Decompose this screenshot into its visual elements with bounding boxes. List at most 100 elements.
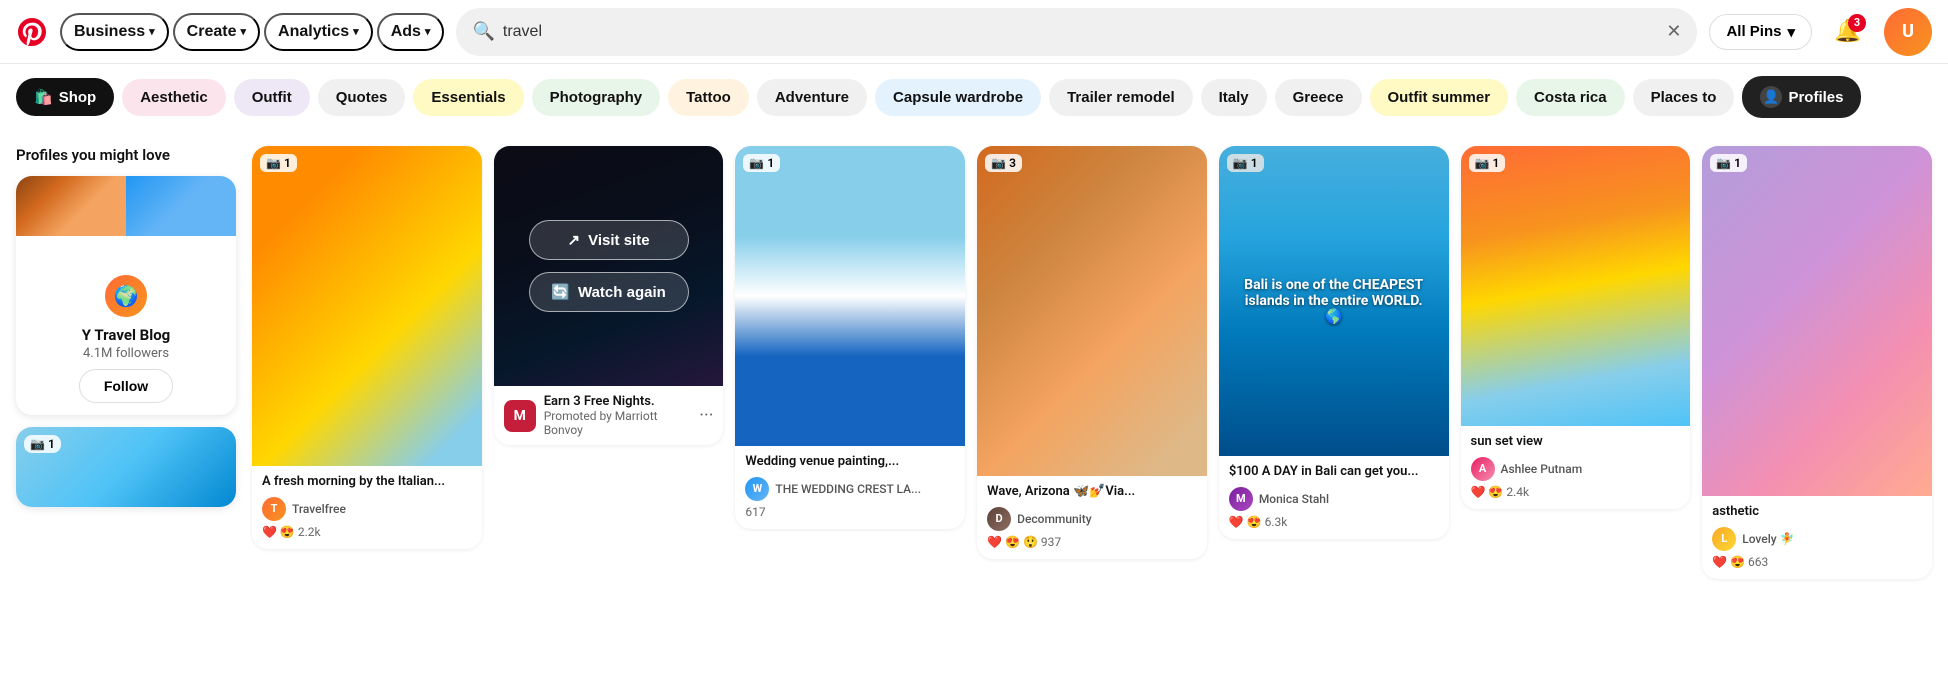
- filter-chips-row: 🛍️ShopAestheticOutfitQuotesEssentialsPho…: [0, 64, 1948, 130]
- chevron-icon: ▾: [425, 25, 431, 38]
- camera-icon: 📷: [991, 156, 1006, 170]
- chip-places-to[interactable]: Places to: [1633, 79, 1735, 116]
- pin-author: A Ashlee Putnam: [1471, 457, 1681, 481]
- promoted-title: Earn 3 Free Nights.: [544, 394, 692, 409]
- chip-trailer-remodel[interactable]: Trailer remodel: [1049, 79, 1193, 116]
- pin-info: Wedding venue painting,... W THE WEDDING…: [735, 446, 965, 529]
- promoted-text: Earn 3 Free Nights. Promoted by Marriott…: [544, 394, 692, 437]
- notifications-button[interactable]: 🔔 3: [1824, 8, 1872, 56]
- profile-card: 🌍 Y Travel Blog 4.1M followers Follow: [16, 176, 236, 415]
- nav-label: Create: [187, 23, 237, 41]
- nav-item-create[interactable]: Create▾: [173, 13, 260, 51]
- pin-title: Wave, Arizona 🦋💅Via...: [987, 484, 1197, 501]
- camera-icon: 📷: [1475, 156, 1490, 170]
- chip-profiles[interactable]: 👤Profiles: [1742, 76, 1861, 118]
- author-avatar: M: [1229, 487, 1253, 511]
- watch-again-button[interactable]: 🔄 Watch again: [529, 272, 689, 312]
- author-name: Ashlee Putnam: [1501, 462, 1583, 476]
- chip-aesthetic[interactable]: Aesthetic: [122, 79, 226, 116]
- pin-author: M Monica Stahl: [1229, 487, 1439, 511]
- pin-card-wave[interactable]: 📷3 Wave, Arizona 🦋💅Via... D Decommunity …: [977, 146, 1207, 559]
- notification-badge: 3: [1848, 14, 1866, 32]
- user-avatar[interactable]: U: [1884, 8, 1932, 56]
- search-clear-icon[interactable]: ✕: [1666, 21, 1681, 42]
- pin-image: 📷1: [252, 146, 482, 466]
- profile-info: 🌍 Y Travel Blog 4.1M followers Follow: [16, 272, 236, 415]
- visit-site-button[interactable]: ↗ Visit site: [529, 220, 689, 260]
- chip-photography[interactable]: Photography: [532, 79, 661, 116]
- chip-tattoo[interactable]: Tattoo: [668, 79, 749, 116]
- more-options-icon[interactable]: ···: [699, 405, 713, 426]
- author-avatar: T: [262, 497, 286, 521]
- header: Business▾Create▾Analytics▾Ads▾ 🔍 ✕ All P…: [0, 0, 1948, 64]
- pin-card-hotel[interactable]: ↗ Visit site 🔄 Watch again M Ea: [494, 146, 724, 445]
- pin-info: $100 A DAY in Bali can get you... M Moni…: [1219, 456, 1449, 539]
- pin-info: Wave, Arizona 🦋💅Via... D Decommunity ❤️ …: [977, 476, 1207, 559]
- author-name: Monica Stahl: [1259, 492, 1329, 506]
- pin-card-greece[interactable]: 📷1 Wedding venue painting,... W THE WEDD…: [735, 146, 965, 529]
- follow-button[interactable]: Follow: [79, 369, 173, 403]
- chip-shop[interactable]: 🛍️Shop: [16, 78, 114, 116]
- camera-icon: 📷: [30, 437, 45, 451]
- all-pins-button[interactable]: All Pins ▾: [1709, 14, 1812, 50]
- nav-label: Analytics: [278, 23, 349, 41]
- camera-icon: 📷: [1716, 156, 1731, 170]
- card2-badge: 📷 1: [24, 435, 61, 453]
- pin-badge: 📷1: [1469, 154, 1506, 172]
- pin-grid: 📷1 A fresh morning by the Italian... T T…: [252, 146, 1932, 579]
- camera-icon: 📷: [266, 156, 281, 170]
- pin-image: 📷1 Bali is one of the CHEAPEST islands i…: [1219, 146, 1449, 456]
- pin-title: A fresh morning by the Italian...: [262, 474, 472, 491]
- all-pins-label: All Pins: [1726, 23, 1781, 40]
- pin-stats: ❤️ 😍 😲 937: [987, 535, 1197, 549]
- pin-stats: 617: [745, 505, 955, 519]
- chip-outfit-summer[interactable]: Outfit summer: [1370, 79, 1509, 116]
- promoted-logo: M: [504, 400, 536, 432]
- pin-image: 📷3: [977, 146, 1207, 476]
- profile-cover-left: [16, 176, 126, 236]
- nav-item-analytics[interactable]: Analytics▾: [264, 13, 373, 51]
- author-avatar: L: [1712, 527, 1736, 551]
- promoted-info: M Earn 3 Free Nights. Promoted by Marrio…: [494, 386, 724, 445]
- author-name: Lovely 🧚: [1742, 532, 1794, 546]
- pin-badge: 📷1: [260, 154, 297, 172]
- pin-info: asthetic L Lovely 🧚 ❤️ 😍 663: [1702, 496, 1932, 579]
- chevron-icon: ▾: [240, 25, 246, 38]
- person-icon: 👤: [1760, 86, 1782, 108]
- nav-item-ads[interactable]: Ads▾: [377, 13, 445, 51]
- search-bar[interactable]: 🔍 ✕: [456, 8, 1697, 56]
- chip-capsule-wardrobe[interactable]: Capsule wardrobe: [875, 79, 1041, 116]
- author-name: Decommunity: [1017, 512, 1092, 526]
- chip-costa-rica[interactable]: Costa rica: [1516, 79, 1625, 116]
- sidebar-second-card[interactable]: 📷 1: [16, 427, 236, 507]
- pin-stats: ❤️ 😍 6.3k: [1229, 515, 1439, 529]
- chip-essentials[interactable]: Essentials: [413, 79, 523, 116]
- profile-cover-right: [126, 176, 236, 236]
- search-input[interactable]: [503, 23, 1658, 41]
- pin-title: Wedding venue painting,...: [745, 454, 955, 471]
- chip-italy[interactable]: Italy: [1201, 79, 1267, 116]
- chip-adventure[interactable]: Adventure: [757, 79, 867, 116]
- pin-image: 📷1: [1461, 146, 1691, 426]
- pin-card-aesthetic[interactable]: 📷1 asthetic L Lovely 🧚 ❤️ 😍 663: [1702, 146, 1932, 579]
- pin-stats: ❤️ 😍 663: [1712, 555, 1922, 569]
- pin-card-italian[interactable]: 📷1 A fresh morning by the Italian... T T…: [252, 146, 482, 549]
- camera-icon: 📷: [749, 156, 764, 170]
- pin-info: sun set view A Ashlee Putnam ❤️ 😍 2.4k: [1461, 426, 1691, 509]
- author-avatar: D: [987, 507, 1011, 531]
- pinterest-logo[interactable]: [16, 16, 48, 48]
- chip-outfit[interactable]: Outfit: [234, 79, 310, 116]
- nav-item-business[interactable]: Business▾: [60, 13, 169, 51]
- main-content: Profiles you might love 🌍 Y Travel Blog …: [0, 130, 1948, 595]
- pin-title: $100 A DAY in Bali can get you...: [1229, 464, 1439, 481]
- chip-greece[interactable]: Greece: [1275, 79, 1362, 116]
- pin-card-bali[interactable]: 📷1 Bali is one of the CHEAPEST islands i…: [1219, 146, 1449, 539]
- profile-name: Y Travel Blog: [82, 326, 170, 344]
- pin-badge: 📷1: [1710, 154, 1747, 172]
- chip-quotes[interactable]: Quotes: [318, 79, 406, 116]
- search-icon: 🔍: [472, 21, 494, 42]
- pin-stats: ❤️ 😍 2.2k: [262, 525, 472, 539]
- pin-badge: 📷3: [985, 154, 1022, 172]
- pin-card-sunset[interactable]: 📷1 sun set view A Ashlee Putnam ❤️ 😍 2.4…: [1461, 146, 1691, 509]
- author-avatar: W: [745, 477, 769, 501]
